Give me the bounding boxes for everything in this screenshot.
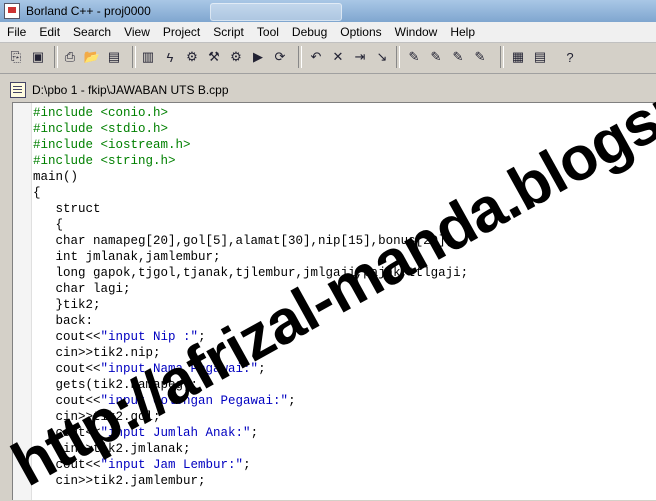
- menu-search[interactable]: Search: [66, 25, 117, 39]
- code-line: cin>>tik2.nip;: [33, 345, 161, 361]
- menu-project[interactable]: Project: [156, 25, 206, 39]
- document-icon: [10, 82, 26, 98]
- preprocessor-token: #include <conio.h>: [33, 106, 169, 120]
- toolbar-separator: [132, 46, 136, 68]
- menu-tool[interactable]: Tool: [250, 25, 285, 39]
- code-line: #include <iostream.h>: [33, 137, 191, 153]
- code-token: main(): [33, 170, 79, 184]
- code-token: ;: [243, 458, 251, 472]
- menu-edit[interactable]: Edit: [32, 25, 66, 39]
- code-line: main(): [33, 169, 78, 185]
- breakpoint-icon[interactable]: ✎: [404, 47, 424, 67]
- background-browser-tab: [210, 3, 342, 21]
- step-into-icon[interactable]: ↘: [372, 47, 392, 67]
- toolbar-separator: [396, 46, 400, 68]
- code-token: cout<<: [55, 330, 101, 344]
- document-path: D:\pbo 1 - fkip\JAWABAN UTS B.cpp: [32, 83, 229, 97]
- code-line: #include <string.h>: [33, 153, 176, 169]
- build-icon[interactable]: ⚙: [226, 47, 246, 67]
- inspect-icon[interactable]: ✎: [448, 47, 468, 67]
- open-project-icon[interactable]: ⎘: [6, 47, 26, 67]
- preprocessor-token: #include <string.h>: [33, 154, 176, 168]
- menu-options[interactable]: Options: [333, 25, 387, 39]
- lightning-icon[interactable]: ϟ: [160, 47, 180, 67]
- code-line: int jmlanak,jamlembur;: [33, 249, 221, 265]
- menu-help[interactable]: Help: [443, 25, 481, 39]
- rebuild-icon[interactable]: ⟳: [270, 47, 290, 67]
- make-icon[interactable]: ⚒: [204, 47, 224, 67]
- menu-debug[interactable]: Debug: [285, 25, 333, 39]
- code-token: {: [33, 186, 41, 200]
- borland-app-icon: [4, 3, 20, 19]
- toolbar: ⎘ ▣ ⎙ 📂 ▤ ▥ ϟ ⚙ ⚒ ⚙ ▶ ⟳ ↶ ✕ ⇥ ↘ ✎ ✎ ✎ ✎ ▦ ▤?: [0, 43, 656, 74]
- code-line: }tik2;: [33, 297, 101, 313]
- help-icon[interactable]: ?: [560, 47, 580, 67]
- code-token: ;: [250, 426, 259, 440]
- save-icon[interactable]: ▣: [28, 47, 48, 67]
- code-token: }tik2;: [55, 298, 101, 312]
- code-token: char lagi;: [55, 282, 131, 296]
- menu-file[interactable]: File: [0, 25, 32, 39]
- compile-icon[interactable]: ⚙: [182, 47, 202, 67]
- toolbar-separator: [500, 46, 504, 68]
- preprocessor-token: #include <iostream.h>: [33, 138, 191, 152]
- code-token: struct: [55, 202, 101, 216]
- code-token: back:: [55, 314, 94, 328]
- run-icon[interactable]: ▶: [248, 47, 268, 67]
- code-line: char lagi;: [33, 281, 131, 297]
- close-file-icon[interactable]: ▥: [138, 47, 158, 67]
- code-token: {: [55, 218, 64, 232]
- string-literal: "input Jam Lembur:": [100, 458, 244, 472]
- print-icon[interactable]: ⎙: [60, 47, 80, 67]
- menu-view[interactable]: View: [117, 25, 156, 39]
- code-token: cout<<: [55, 362, 101, 376]
- code-line: back:: [33, 313, 94, 329]
- watch-icon[interactable]: ✎: [426, 47, 446, 67]
- menu-bar: File Edit Search View Project Script Tool Debug…: [0, 22, 656, 43]
- layout-icon[interactable]: ▦: [508, 47, 528, 67]
- window-title: Borland C++ - proj0000: [26, 4, 151, 18]
- evaluate-icon[interactable]: ✎: [470, 47, 490, 67]
- title-bar: Borland C++ - proj0000: [0, 0, 656, 22]
- step-over-icon[interactable]: ⇥: [350, 47, 370, 67]
- step-back-icon[interactable]: ↶: [306, 47, 326, 67]
- code-token: int jmlanak,jamlembur;: [55, 250, 221, 264]
- stop-icon[interactable]: ✕: [328, 47, 348, 67]
- code-token: ;: [288, 394, 296, 408]
- preprocessor-token: #include <stdio.h>: [33, 122, 169, 136]
- code-line: #include <stdio.h>: [33, 121, 168, 137]
- code-line: {: [33, 185, 41, 201]
- editor-window-title: D:\pbo 1 - fkip\JAWABAN UTS B.cpp: [10, 80, 229, 100]
- code-line: {: [33, 217, 64, 233]
- menu-window[interactable]: Window: [388, 25, 444, 39]
- code-line: struct: [33, 201, 101, 217]
- open-file-icon[interactable]: 📂: [82, 47, 102, 67]
- save-file-icon[interactable]: ▤: [104, 47, 124, 67]
- menu-script[interactable]: Script: [206, 25, 250, 39]
- code-line: #include <conio.h>: [33, 105, 168, 121]
- toolbar-separator: [298, 46, 302, 68]
- toolbar-separator: [54, 46, 58, 68]
- windows-icon[interactable]: ▤: [530, 47, 550, 67]
